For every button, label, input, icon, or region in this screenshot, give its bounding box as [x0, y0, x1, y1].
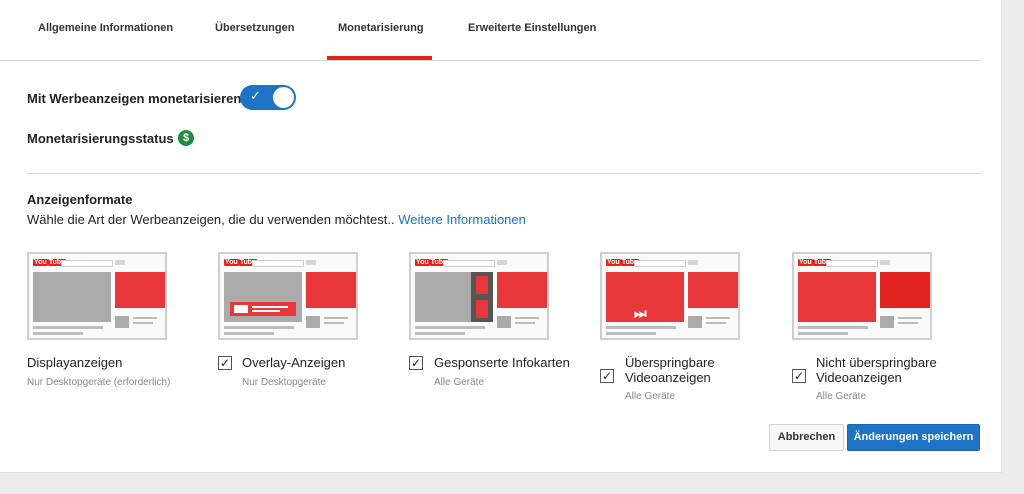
sponsored-cards-preview: You Tube	[409, 252, 549, 340]
sponsored-cards-checkbox[interactable]: ✓	[409, 356, 423, 370]
toggle-knob	[273, 87, 294, 108]
section-divider	[27, 173, 980, 174]
tab-monetization[interactable]: Monetarisierung	[338, 22, 424, 34]
youtube-logo: You Tube	[415, 259, 448, 266]
tab-advanced-settings[interactable]: Erweiterte Einstellungen	[468, 22, 596, 34]
monetization-panel: Allgemeine Informationen Übersetzungen M…	[0, 0, 1002, 473]
non-skippable-video-ads-preview: You Tube	[792, 252, 932, 340]
monetize-label: Mit Werbeanzeigen monetarisieren	[27, 91, 242, 106]
youtube-logo: You Tube	[798, 259, 831, 266]
sponsored-cards-sub: Alle Geräte	[434, 377, 485, 388]
ad-formats-description: Wähle die Art der Werbeanzeigen, die du …	[27, 212, 526, 227]
skippable-video-ads-checkbox[interactable]: ✓	[600, 369, 614, 383]
tab-translations[interactable]: Übersetzungen	[215, 22, 294, 34]
display-ads-preview: You Tube	[27, 252, 167, 340]
overlay-ads-preview: You Tube	[218, 252, 358, 340]
youtube-logo: You Tube	[606, 259, 639, 266]
non-skippable-video-ads-checkbox[interactable]: ✓	[792, 369, 806, 383]
learn-more-link[interactable]: Weitere Informationen	[398, 212, 526, 227]
skippable-video-ads-preview: You Tube ⏭	[600, 252, 740, 340]
check-icon: ✓	[601, 369, 613, 383]
overlay-ads-checkbox[interactable]: ✓	[218, 356, 232, 370]
skippable-video-ads-sub: Alle Geräte	[625, 391, 676, 402]
check-icon: ✓	[250, 88, 261, 103]
display-ads-label: Displayanzeigen	[27, 355, 123, 370]
skippable-video-ads-label: Überspringbare Videoanzeigen	[625, 355, 715, 385]
check-icon: ✓	[219, 356, 231, 370]
skip-icon: ⏭	[634, 305, 647, 321]
save-changes-button[interactable]: Änderungen speichern	[847, 424, 980, 451]
dollar-icon: $	[178, 130, 194, 146]
display-ads-sub: Nur Desktopgeräte (erforderlich)	[27, 377, 171, 388]
check-icon: ✓	[410, 356, 422, 370]
ad-formats-description-text: Wähle die Art der Werbeanzeigen, die du …	[27, 212, 395, 227]
non-skippable-video-ads-sub: Alle Geräte	[816, 391, 867, 402]
overlay-ads-sub: Nur Desktopgeräte	[242, 377, 326, 388]
monetization-status-label: Monetarisierungsstatus	[27, 131, 174, 146]
check-icon: ✓	[793, 369, 805, 383]
sponsored-cards-label: Gesponserte Infokarten	[434, 355, 570, 370]
non-skippable-video-ads-label: Nicht überspringbare Videoanzeigen	[816, 355, 937, 385]
youtube-logo: You Tube	[33, 259, 66, 266]
active-tab-indicator	[327, 56, 432, 60]
cancel-button[interactable]: Abbrechen	[769, 424, 844, 451]
tab-bar: Allgemeine Informationen Übersetzungen M…	[0, 0, 980, 61]
overlay-ads-label: Overlay-Anzeigen	[242, 355, 346, 370]
ad-formats-title: Anzeigenformate	[27, 192, 133, 207]
youtube-logo: You Tube	[224, 259, 257, 266]
monetize-toggle[interactable]: ✓	[240, 85, 296, 110]
tab-general-info[interactable]: Allgemeine Informationen	[38, 22, 173, 34]
